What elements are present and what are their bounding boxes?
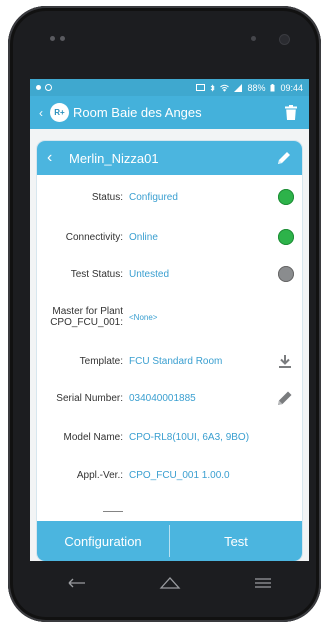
app-bar: ‹ R+ Room Baie des Anges [30,96,309,129]
value-master-plant: <None> [129,312,158,322]
row-appl-ver: Appl.-Ver.: CPO_FCU_001 1.00.0 [37,465,302,485]
label-status: Status: [91,191,123,203]
speaker-dots [50,36,65,41]
label-serial-number: Serial Number: [56,392,123,404]
row-master-plant: Master for Plant CPO_FCU_001: <None> [37,297,302,337]
row-truncated: ▬▬ [37,503,302,515]
label-connectivity: Connectivity: [65,231,123,243]
label-test-status: Test Status: [70,268,123,280]
row-test-status: Test Status: Untested [37,264,302,284]
row-template[interactable]: Template: FCU Standard Room [37,350,302,372]
trash-icon[interactable] [283,104,299,122]
clock: 09:44 [280,82,303,93]
pencil-icon[interactable] [276,389,294,407]
label-model-name: Model Name: [63,431,123,443]
proximity-sensor [280,35,289,44]
circle-icon [45,84,52,91]
value-connectivity: Online [129,231,158,243]
back-nav-icon[interactable] [65,574,89,592]
system-navbar [30,561,309,605]
row-status: Status: Configured [37,187,302,207]
status-bar: 88% 09:44 [30,79,309,96]
bottom-actions: Configuration Test [37,521,302,561]
back-arrow-icon[interactable]: ‹ [34,106,48,120]
test-button[interactable]: Test [170,521,302,561]
row-connectivity: Connectivity: Online [37,227,302,247]
status-indicator-icon [278,189,294,205]
download-icon[interactable] [276,352,294,370]
test-status-indicator-icon [278,266,294,282]
battery-percent: 88% [247,82,266,93]
connectivity-indicator-icon [278,229,294,245]
app-logo-icon[interactable]: R+ [50,103,69,122]
value-appl-ver: CPO_FCU_001 1.00.0 [129,469,230,481]
page-title: Room Baie des Anges [73,105,202,120]
row-serial-number[interactable]: Serial Number: 034040001885 [37,387,302,409]
menu-nav-icon[interactable] [251,574,275,592]
device-properties: Status: Configured Connectivity: Online … [37,175,302,521]
label-master-plant: Master for Plant CPO_FCU_001: [50,306,123,328]
value-test-status: Untested [129,268,170,280]
value-serial-number: 034040001885 [129,392,196,404]
signal-icon [234,83,243,92]
battery-icon [270,83,275,91]
notification-dot-icon [36,85,41,90]
configuration-button[interactable]: Configuration [37,521,169,561]
value-template: FCU Standard Room [129,355,223,367]
label-template: Template: [79,355,123,367]
cast-icon [196,83,206,91]
home-nav-icon[interactable] [158,574,182,592]
button-divider [169,525,170,557]
label-truncated: ▬▬ [103,506,123,512]
front-camera [251,36,256,41]
device-card: ‹ Merlin_Nizza01 Status: Configured Conn… [37,141,302,561]
value-model-name: CPO-RL8(10UI, 6A3, 9BO) [129,431,250,443]
wifi-icon [220,84,230,92]
screen: 88% 09:44 ‹ R+ Room Baie des Anges ‹ Mer… [30,79,309,561]
row-model-name: Model Name: CPO-RL8(10UI, 6A3, 9BO) [37,427,302,447]
bluetooth-icon [211,83,216,92]
label-appl-ver: Appl.-Ver.: [76,469,123,481]
pencil-icon[interactable] [276,150,292,166]
device-name: Merlin_Nizza01 [69,150,159,166]
device-header: ‹ Merlin_Nizza01 [37,141,302,175]
chevron-left-icon[interactable]: ‹ [47,149,61,167]
value-status: Configured [129,191,178,203]
